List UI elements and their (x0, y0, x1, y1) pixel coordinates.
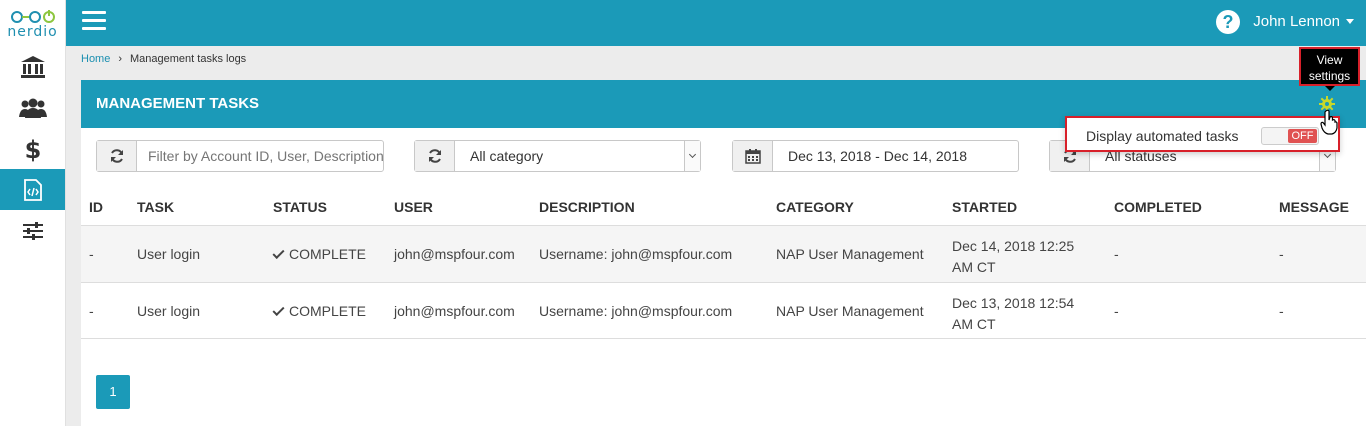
breadcrumb-current: Management tasks logs (130, 53, 247, 65)
logo-mark-icon (10, 7, 56, 25)
column-header-user[interactable]: USER (394, 199, 433, 215)
cell-started: Dec 13, 2018 12:54 AM CT (952, 295, 1075, 332)
cell-category: NAP User Management (776, 246, 924, 262)
sliders-icon (22, 221, 43, 240)
cell-description: Username: john@mspfour.com (539, 303, 733, 319)
breadcrumb: Home › Management tasks logs (81, 53, 246, 65)
cell-task: User login (137, 303, 201, 319)
status-text: COMPLETE (289, 246, 367, 262)
hand-cursor-icon (1320, 109, 1338, 135)
cell-message: - (1279, 303, 1284, 319)
code-file-icon (23, 178, 42, 201)
tooltip-arrow (1325, 86, 1335, 91)
cell-message: - (1279, 246, 1284, 262)
cell-id: - (89, 246, 94, 262)
column-header-message[interactable]: MESSAGE (1279, 199, 1349, 215)
cell-status: COMPLETE (272, 303, 367, 319)
column-header-task[interactable]: TASK (137, 199, 174, 215)
logo[interactable]: nerdio (0, 0, 65, 46)
date-range-filter: Dec 13, 2018 - Dec 14, 2018 (732, 140, 1019, 172)
top-bar: ? John Lennon (66, 0, 1366, 46)
check-icon (272, 303, 285, 317)
bank-icon (20, 55, 45, 78)
table-row[interactable]: - User login COMPLETE john@mspfour.com U… (81, 282, 1366, 339)
cell-description: Username: john@mspfour.com (539, 246, 733, 262)
breadcrumb-home-link[interactable]: Home (81, 53, 110, 65)
column-header-completed[interactable]: COMPLETED (1114, 199, 1202, 215)
search-input[interactable] (137, 141, 383, 171)
column-header-status[interactable]: STATUS (273, 199, 327, 215)
display-automated-tasks-toggle[interactable]: OFF (1261, 127, 1319, 145)
dollar-icon: $ (25, 136, 41, 162)
sidebar-item-logs[interactable] (0, 169, 65, 210)
sidebar-item-accounts[interactable] (0, 46, 65, 87)
user-menu[interactable]: John Lennon (1253, 13, 1354, 30)
status-text: COMPLETE (289, 303, 367, 319)
column-header-description[interactable]: DESCRIPTION (539, 199, 635, 215)
view-settings-tooltip: View settings (1299, 47, 1360, 86)
sidebar-item-billing[interactable]: $ (0, 128, 65, 169)
column-header-id[interactable]: ID (89, 199, 103, 215)
refresh-icon (428, 149, 441, 163)
breadcrumb-separator: › (118, 53, 123, 65)
cell-user: john@mspfour.com (394, 246, 515, 262)
logo-text: nerdio (7, 24, 58, 40)
sidebar: nerdio $ (0, 0, 66, 426)
display-automated-tasks-label: Display automated tasks (1086, 128, 1239, 144)
table-row[interactable]: - User login COMPLETE john@mspfour.com U… (81, 225, 1366, 282)
user-name: John Lennon (1253, 13, 1340, 30)
settings-popover: Display automated tasks OFF (1065, 116, 1340, 152)
hamburger-menu-icon[interactable] (82, 11, 106, 33)
refresh-icon (110, 149, 123, 163)
sidebar-item-users[interactable] (0, 87, 65, 128)
cell-task: User login (137, 246, 201, 262)
cell-started: Dec 14, 2018 12:25 AM CT (952, 238, 1075, 275)
search-filter (96, 140, 384, 172)
cell-completed: - (1114, 303, 1119, 319)
table-header: ID TASK STATUS USER DESCRIPTION CATEGORY… (81, 192, 1366, 225)
date-range-input[interactable]: Dec 13, 2018 - Dec 14, 2018 (773, 141, 1018, 171)
cell-id: - (89, 303, 94, 319)
category-filter: All category (414, 140, 701, 172)
column-header-category[interactable]: CATEGORY (776, 199, 854, 215)
refresh-button[interactable] (97, 141, 137, 171)
cell-status: COMPLETE (272, 246, 367, 262)
sidebar-item-settings[interactable] (0, 210, 65, 251)
cell-category: NAP User Management (776, 303, 924, 319)
refresh-button[interactable] (415, 141, 455, 171)
chevron-down-icon (1346, 19, 1354, 24)
cell-user: john@mspfour.com (394, 303, 515, 319)
pagination-page-button[interactable]: 1 (96, 375, 130, 409)
cell-completed: - (1114, 246, 1119, 262)
svg-text:$: $ (25, 136, 41, 162)
check-icon (272, 246, 285, 260)
calendar-button[interactable] (733, 141, 773, 171)
category-select[interactable]: All category (455, 141, 684, 171)
users-icon (18, 98, 47, 118)
help-icon[interactable]: ? (1216, 10, 1240, 34)
calendar-icon (744, 149, 761, 164)
toggle-state: OFF (1288, 129, 1317, 143)
column-header-started[interactable]: STARTED (952, 199, 1017, 215)
chevron-down-icon[interactable] (684, 141, 700, 171)
